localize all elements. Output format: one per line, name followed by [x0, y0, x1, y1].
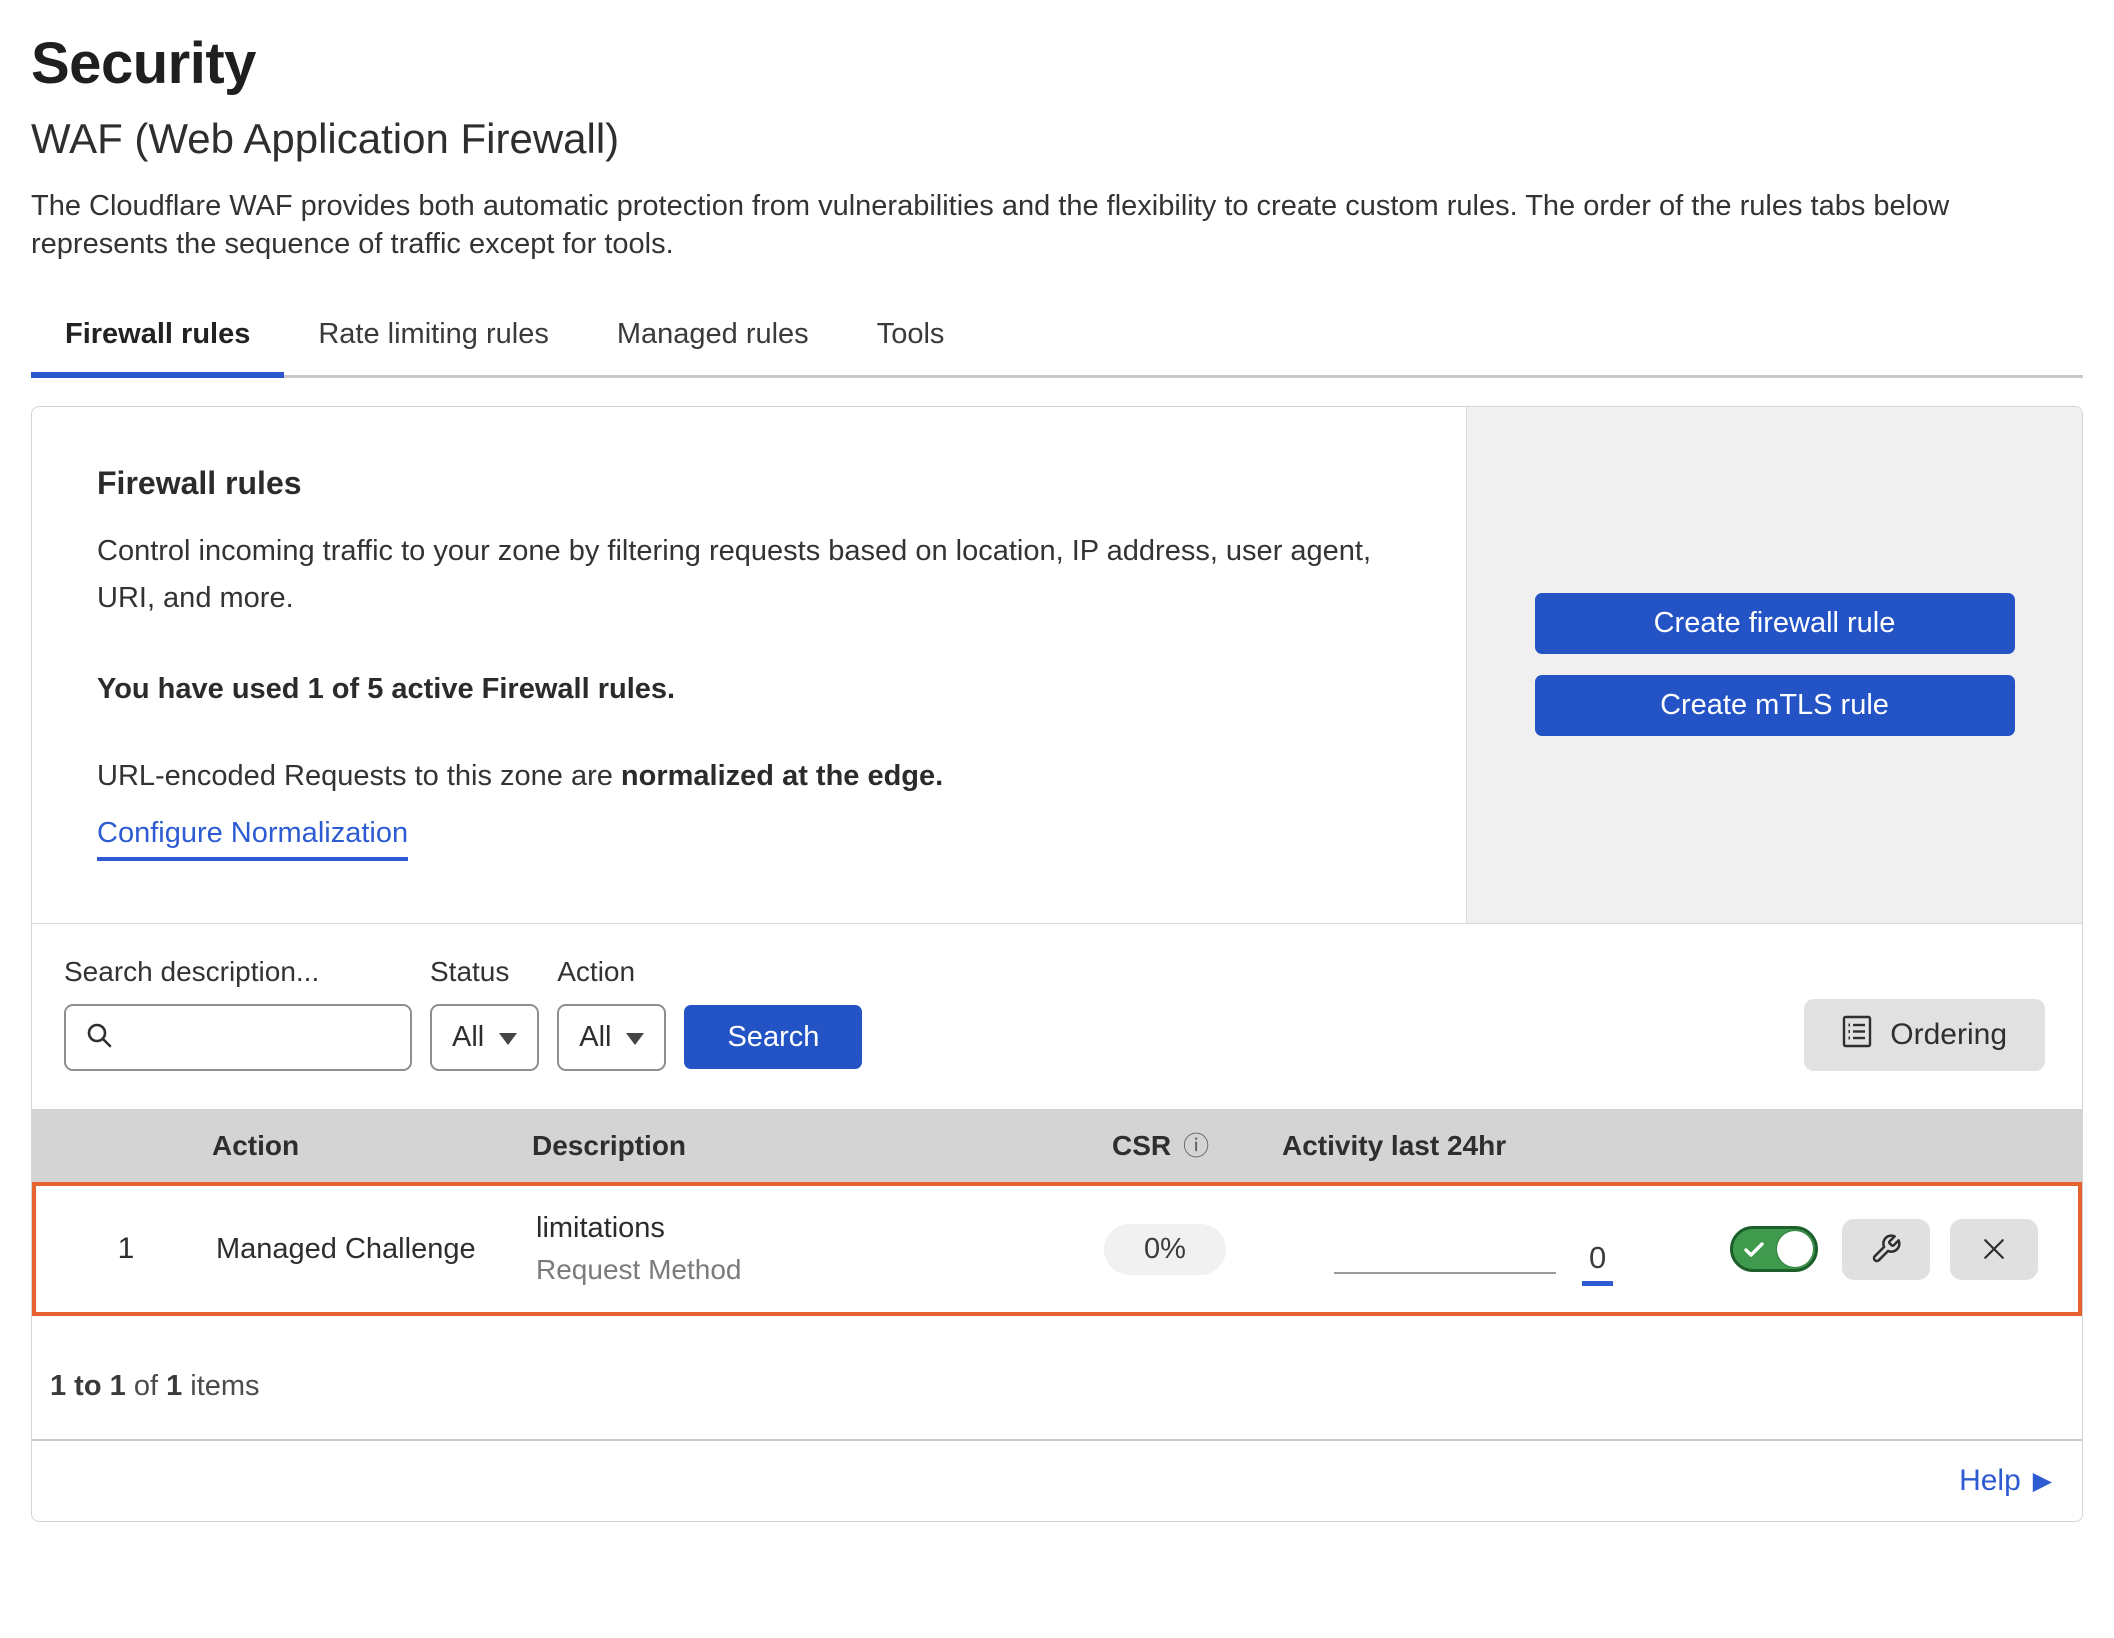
- search-icon: [84, 1020, 114, 1055]
- rule-activity-cell: 0: [1286, 1186, 1730, 1312]
- ordering-button-label: Ordering: [1890, 1018, 2007, 1052]
- help-link[interactable]: Help ▶: [1959, 1464, 2052, 1498]
- create-firewall-rule-button[interactable]: Create firewall rule: [1535, 593, 2015, 654]
- pagination: 1 to 1 of 1 items: [32, 1316, 2082, 1439]
- configure-normalization-link[interactable]: Configure Normalization: [97, 817, 408, 861]
- create-mtls-rule-button[interactable]: Create mTLS rule: [1535, 675, 2015, 736]
- help-link-label: Help: [1959, 1464, 2021, 1498]
- col-description-header: Description: [532, 1130, 1092, 1162]
- rule-controls-cell: [1730, 1219, 2078, 1280]
- search-box[interactable]: [64, 1004, 412, 1071]
- status-dropdown[interactable]: All: [430, 1004, 539, 1071]
- col-csr-header: CSR ⓘ: [1092, 1130, 1282, 1162]
- activity-sparkline: [1334, 1272, 1556, 1274]
- activity-count-link[interactable]: 0: [1582, 1240, 1613, 1286]
- activity-header-label: Activity last 24hr: [1282, 1130, 1506, 1162]
- overview-text: Firewall rules Control incoming traffic …: [32, 407, 1466, 924]
- table-row[interactable]: 1 Managed Challenge limitations Request …: [32, 1182, 2082, 1316]
- waf-tab-bar: Firewall rules Rate limiting rules Manag…: [31, 304, 2083, 378]
- page-header: Security WAF (Web Application Firewall) …: [0, 0, 2114, 264]
- action-dropdown-value: All: [579, 1021, 611, 1054]
- rule-action: Managed Challenge: [216, 1233, 536, 1266]
- search-button[interactable]: Search: [684, 1005, 862, 1069]
- csr-value-badge: 0%: [1104, 1224, 1226, 1275]
- toggle-knob: [1777, 1231, 1813, 1267]
- info-icon[interactable]: ⓘ: [1183, 1133, 1209, 1159]
- csr-header-label: CSR: [1112, 1130, 1171, 1162]
- table-header: Action Description CSR ⓘ Activity last 2…: [32, 1109, 2082, 1182]
- pagination-of: of: [134, 1370, 158, 1402]
- arrow-right-icon: ▶: [2033, 1469, 2052, 1494]
- wrench-icon: [1870, 1233, 1902, 1265]
- action-label: Action: [557, 956, 666, 988]
- overview-heading: Firewall rules: [97, 465, 1406, 502]
- search-label: Search description...: [64, 956, 412, 988]
- pagination-total: 1: [166, 1370, 182, 1402]
- action-filter-group: Action All: [557, 956, 666, 1071]
- chevron-down-icon: [499, 1033, 517, 1045]
- tab-managed-rules[interactable]: Managed rules: [583, 304, 843, 375]
- check-icon: [1744, 1242, 1764, 1258]
- card-footer: Help ▶: [32, 1439, 2082, 1521]
- action-dropdown[interactable]: All: [557, 1004, 666, 1071]
- actions-panel: Create firewall rule Create mTLS rule: [1466, 407, 2082, 924]
- normalization-text: URL-encoded Requests to this zone are: [97, 760, 613, 792]
- page-subtitle: WAF (Web Application Firewall): [31, 115, 2080, 163]
- rule-description-cell: limitations Request Method: [536, 1212, 1096, 1286]
- ordering-button[interactable]: Ordering: [1804, 999, 2045, 1071]
- usage-summary: You have used 1 of 5 active Firewall rul…: [97, 673, 1406, 706]
- search-group: Search description...: [64, 956, 412, 1071]
- overview-section: Firewall rules Control incoming traffic …: [32, 407, 2082, 925]
- overview-description: Control incoming traffic to your zone by…: [97, 528, 1406, 622]
- status-dropdown-value: All: [452, 1021, 484, 1054]
- tab-rate-limiting-rules[interactable]: Rate limiting rules: [284, 304, 582, 375]
- col-action-header: Action: [212, 1130, 532, 1162]
- rule-csr-cell: 0%: [1096, 1224, 1286, 1275]
- ordering-list-icon: [1842, 1015, 1872, 1056]
- pagination-items-label: items: [190, 1370, 259, 1402]
- rule-priority: 1: [36, 1232, 216, 1266]
- normalization-bold: normalized at the edge.: [621, 760, 943, 792]
- tab-firewall-rules[interactable]: Firewall rules: [31, 304, 284, 375]
- normalization-line: URL-encoded Requests to this zone are no…: [97, 760, 1406, 793]
- tab-tools[interactable]: Tools: [843, 304, 979, 375]
- col-activity-header: Activity last 24hr: [1282, 1109, 2082, 1182]
- firewall-rules-card: Firewall rules Control incoming traffic …: [31, 406, 2083, 1523]
- rule-expression: Request Method: [536, 1254, 1096, 1286]
- filter-bar: Search description... Status All Action …: [32, 924, 2082, 1109]
- pagination-range: 1 to 1: [50, 1370, 126, 1402]
- rule-enabled-toggle[interactable]: [1730, 1226, 1818, 1272]
- delete-rule-button[interactable]: [1950, 1219, 2038, 1280]
- close-icon: [1979, 1234, 2009, 1264]
- edit-rule-button[interactable]: [1842, 1219, 1930, 1280]
- rule-description: limitations: [536, 1212, 1096, 1245]
- chevron-down-icon: [626, 1033, 644, 1045]
- status-filter-group: Status All: [430, 956, 539, 1071]
- page-description: The Cloudflare WAF provides both automat…: [31, 187, 2080, 264]
- status-label: Status: [430, 956, 539, 988]
- page-title: Security: [31, 30, 2080, 97]
